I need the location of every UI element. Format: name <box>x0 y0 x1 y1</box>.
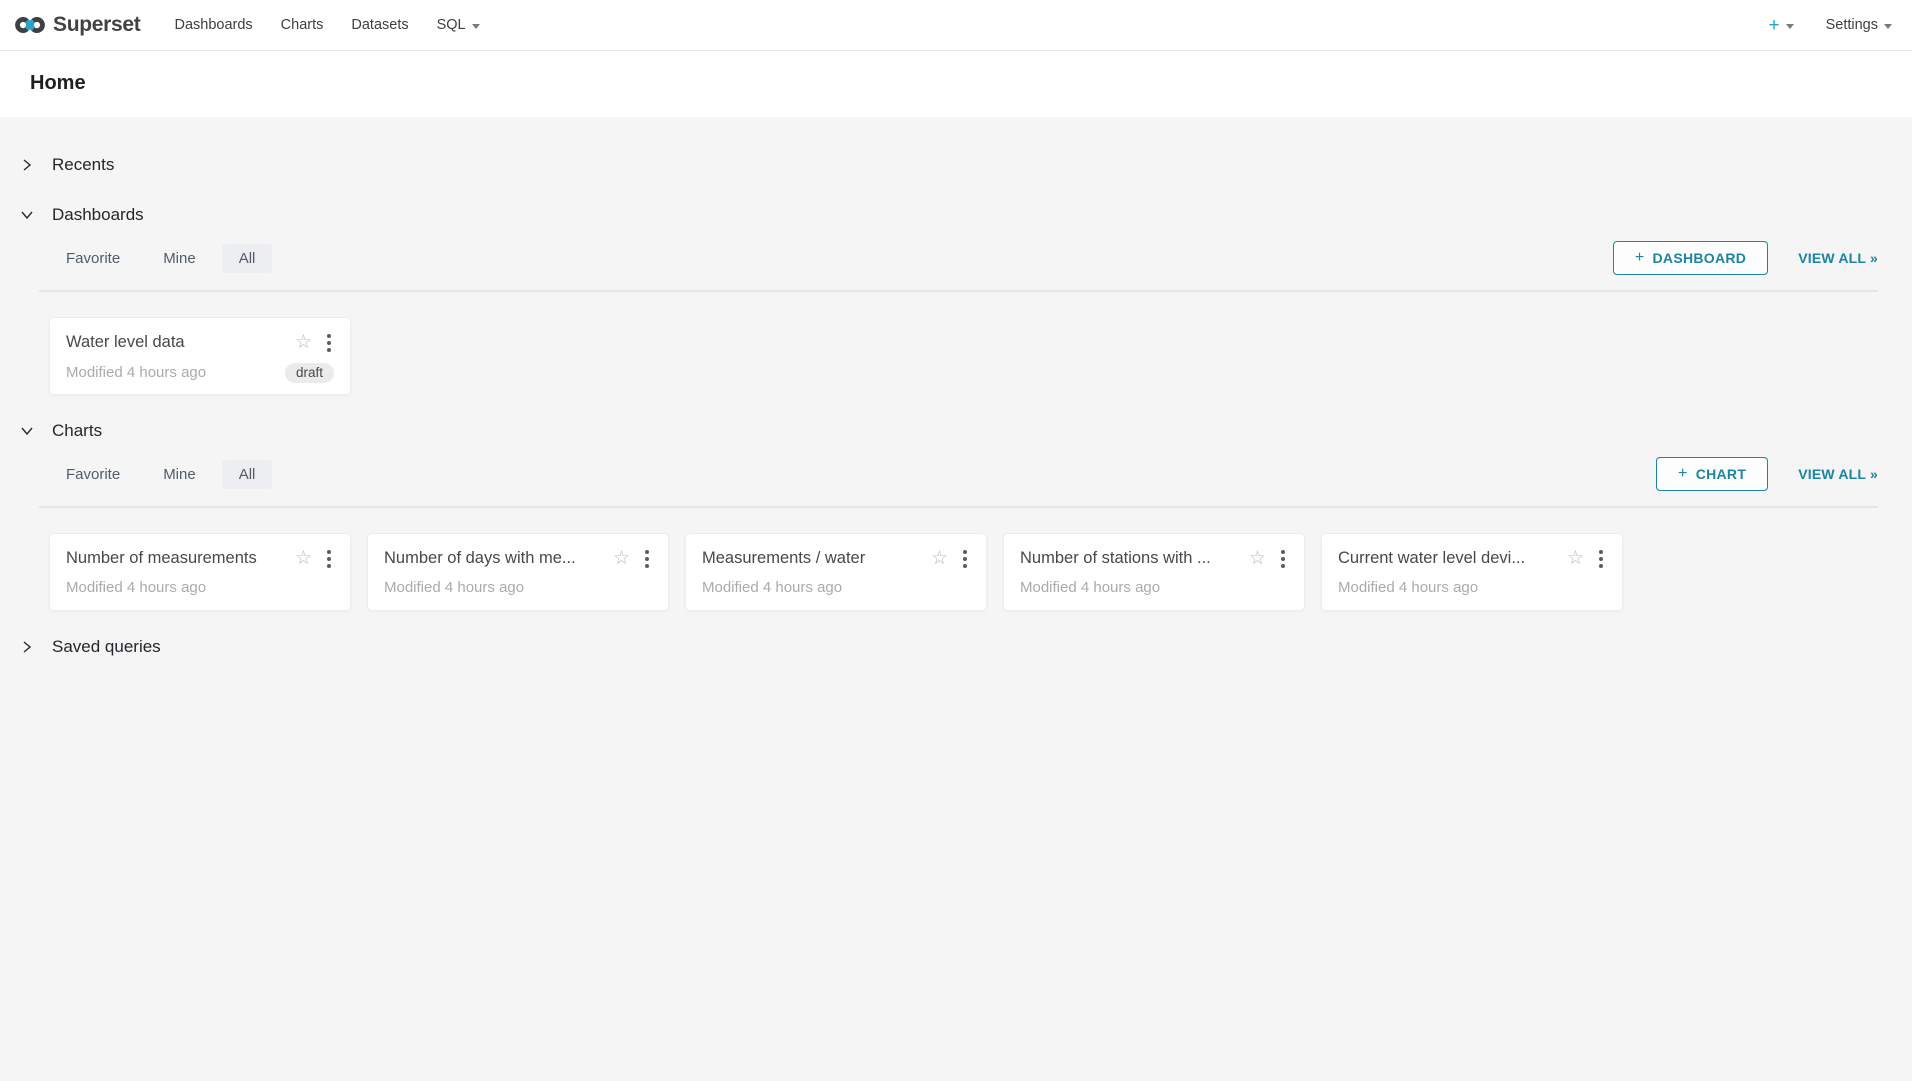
card-title[interactable]: Current water level devi... <box>1338 549 1559 568</box>
caret-down-icon <box>1884 24 1892 29</box>
section-label: Dashboards <box>52 205 144 225</box>
divider <box>39 290 1878 292</box>
plus-icon: + <box>1768 16 1779 35</box>
dashboards-section-toggle[interactable]: Dashboards <box>15 193 1878 237</box>
card-modified-text: Modified 4 hours ago <box>702 579 970 596</box>
card-modified-text: Modified 4 hours ago <box>384 579 652 596</box>
tab-favorite[interactable]: Favorite <box>49 244 137 273</box>
card-modified-text: Modified 4 hours ago <box>66 364 285 381</box>
nav-links: Dashboards Charts Datasets SQL <box>160 0 493 51</box>
chart-card-list: Number of measurements ☆ Modified 4 hour… <box>49 533 1878 611</box>
saved-queries-section-toggle[interactable]: Saved queries <box>15 625 1878 669</box>
dashboard-card[interactable]: Water level data ☆ Modified 4 hours ago … <box>49 317 351 395</box>
new-dashboard-button-label: DASHBOARD <box>1653 250 1747 266</box>
caret-down-icon <box>1786 24 1794 29</box>
tab-all[interactable]: All <box>222 460 273 489</box>
chart-card[interactable]: Number of measurements ☆ Modified 4 hour… <box>49 533 351 611</box>
tab-favorite[interactable]: Favorite <box>49 460 137 489</box>
new-item-dropdown[interactable]: + <box>1758 16 1803 35</box>
tab-all[interactable]: All <box>222 244 273 273</box>
tab-mine[interactable]: Mine <box>146 244 213 273</box>
new-chart-button-label: CHART <box>1696 466 1747 482</box>
section-label: Charts <box>52 421 102 441</box>
section-recents: Recents <box>15 143 1878 187</box>
card-title[interactable]: Measurements / water <box>702 549 923 568</box>
chevron-down-icon <box>17 205 37 225</box>
home-content: Recents Dashboards Favorite Mine All + D… <box>0 117 1912 1081</box>
superset-infinity-logo-icon <box>13 14 47 36</box>
favorite-star-icon[interactable]: ☆ <box>931 549 948 568</box>
dashboards-view-all-link[interactable]: VIEW ALL » <box>1798 250 1878 266</box>
tab-mine[interactable]: Mine <box>146 460 213 489</box>
dashboards-section-body: Favorite Mine All + DASHBOARD VIEW ALL » <box>15 241 1878 395</box>
favorite-star-icon[interactable]: ☆ <box>1249 549 1266 568</box>
kebab-menu-icon[interactable] <box>642 547 652 571</box>
settings-dropdown[interactable]: Settings <box>1804 17 1898 33</box>
page-title: Home <box>30 72 1882 95</box>
kebab-menu-icon[interactable] <box>324 547 334 571</box>
plus-icon: + <box>1635 249 1645 267</box>
chevron-right-icon <box>17 637 37 657</box>
card-title[interactable]: Water level data <box>66 333 287 352</box>
section-charts: Charts Favorite Mine All + CHART VIEW AL… <box>15 409 1878 611</box>
nav-item-datasets[interactable]: Datasets <box>337 0 422 51</box>
card-modified-text: Modified 4 hours ago <box>1338 579 1606 596</box>
nav-item-charts[interactable]: Charts <box>267 0 338 51</box>
card-modified-text: Modified 4 hours ago <box>1020 579 1288 596</box>
charts-view-all-link[interactable]: VIEW ALL » <box>1798 466 1878 482</box>
section-label: Recents <box>52 155 114 175</box>
brand-name: Superset <box>53 13 140 37</box>
superset-brand[interactable]: Superset <box>13 13 140 37</box>
favorite-star-icon[interactable]: ☆ <box>295 549 312 568</box>
chart-card[interactable]: Current water level devi... ☆ Modified 4… <box>1321 533 1623 611</box>
nav-item-sql-label: SQL <box>437 17 466 33</box>
chart-card[interactable]: Measurements / water ☆ Modified 4 hours … <box>685 533 987 611</box>
card-modified-text: Modified 4 hours ago <box>66 579 334 596</box>
caret-down-icon <box>472 24 480 29</box>
kebab-menu-icon[interactable] <box>960 547 970 571</box>
card-title[interactable]: Number of stations with ... <box>1020 549 1241 568</box>
divider <box>39 506 1878 508</box>
favorite-star-icon[interactable]: ☆ <box>613 549 630 568</box>
nav-item-sql[interactable]: SQL <box>423 0 494 51</box>
card-title[interactable]: Number of measurements <box>66 549 287 568</box>
card-title[interactable]: Number of days with me... <box>384 549 605 568</box>
chart-card[interactable]: Number of stations with ... ☆ Modified 4… <box>1003 533 1305 611</box>
charts-tabbar: Favorite Mine All + CHART VIEW ALL » <box>37 457 1878 491</box>
charts-section-body: Favorite Mine All + CHART VIEW ALL » Num… <box>15 457 1878 611</box>
dashboard-card-list: Water level data ☆ Modified 4 hours ago … <box>49 317 1878 395</box>
section-label: Saved queries <box>52 637 161 657</box>
top-navbar: Superset Dashboards Charts Datasets SQL … <box>0 0 1912 51</box>
chevron-right-icon <box>17 155 37 175</box>
charts-tabs: Favorite Mine All <box>49 460 281 489</box>
favorite-star-icon[interactable]: ☆ <box>295 333 312 352</box>
dashboards-tabs: Favorite Mine All <box>49 244 281 273</box>
nav-item-dashboards[interactable]: Dashboards <box>160 0 266 51</box>
new-chart-button[interactable]: + CHART <box>1656 457 1768 491</box>
plus-icon: + <box>1678 465 1688 483</box>
kebab-menu-icon[interactable] <box>1278 547 1288 571</box>
kebab-menu-icon[interactable] <box>1596 547 1606 571</box>
chevron-down-icon <box>17 421 37 441</box>
draft-badge: draft <box>285 363 334 383</box>
recents-section-toggle[interactable]: Recents <box>15 143 1878 187</box>
chart-card[interactable]: Number of days with me... ☆ Modified 4 h… <box>367 533 669 611</box>
kebab-menu-icon[interactable] <box>324 331 334 355</box>
section-saved-queries: Saved queries <box>15 625 1878 669</box>
section-dashboards: Dashboards Favorite Mine All + DASHBOARD… <box>15 193 1878 395</box>
page-header: Home <box>0 51 1912 117</box>
favorite-star-icon[interactable]: ☆ <box>1567 549 1584 568</box>
settings-label: Settings <box>1826 17 1878 33</box>
new-dashboard-button[interactable]: + DASHBOARD <box>1613 241 1768 275</box>
charts-section-toggle[interactable]: Charts <box>15 409 1878 453</box>
dashboards-tabbar: Favorite Mine All + DASHBOARD VIEW ALL » <box>37 241 1878 275</box>
